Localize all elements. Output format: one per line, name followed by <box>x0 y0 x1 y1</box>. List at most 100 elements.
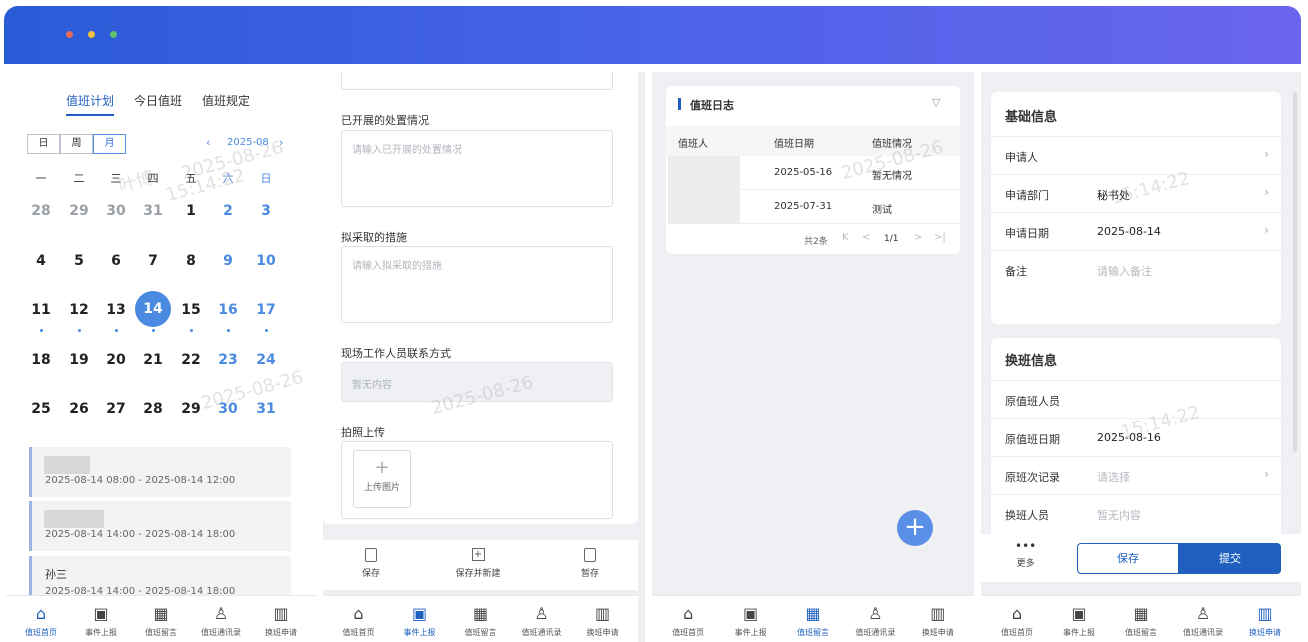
nav-item[interactable]: ▦ 值班留言 <box>1111 604 1171 638</box>
calendar-day[interactable]: 30 <box>99 203 133 219</box>
prev-page-icon[interactable]: < <box>862 232 870 243</box>
minimize-dot[interactable] <box>88 31 95 38</box>
calendar-day[interactable]: 11 <box>24 302 58 318</box>
calendar-day[interactable]: 6 <box>99 253 133 269</box>
calendar-day[interactable]: 17 <box>249 302 283 318</box>
maximize-dot[interactable] <box>110 31 117 38</box>
table-row[interactable]: 2025-07-31 测试 <box>740 190 960 224</box>
submit-button[interactable]: 提交 <box>1179 543 1281 574</box>
calendar-day[interactable]: 24 <box>249 352 283 368</box>
calendar-day[interactable]: 19 <box>62 352 96 368</box>
nav-item[interactable]: ⌂ 值班首页 <box>658 604 718 638</box>
calendar-day[interactable]: 13 <box>99 302 133 318</box>
nav-item[interactable]: ▥ 换班申请 <box>1235 604 1295 638</box>
calendar-day[interactable]: 14 <box>135 291 171 327</box>
calendar-day[interactable]: 5 <box>62 253 96 269</box>
nav-item[interactable]: ▣ 事件上报 <box>1049 604 1109 638</box>
schedule-item[interactable]: 2025-08-14 08:00 - 2025-08-14 12:00 <box>29 447 291 497</box>
nav-item[interactable]: ▦ 值班留言 <box>451 604 511 638</box>
calendar-day[interactable]: 31 <box>136 203 170 219</box>
nav-item[interactable]: ♙ 值班通讯录 <box>191 604 251 638</box>
save-new-action[interactable]: + 保存并新建 <box>447 548 509 579</box>
calendar-day[interactable]: 15 <box>174 302 208 318</box>
table-row[interactable]: 2025-05-16 暂无情况 <box>740 156 960 190</box>
last-page-icon[interactable]: >| <box>934 232 946 243</box>
nav-item[interactable]: ▥ 换班申请 <box>573 604 633 638</box>
tab-duty-plan[interactable]: 值班计划 <box>66 92 114 109</box>
view-month-button[interactable]: 月 <box>93 134 126 154</box>
form-row[interactable]: 备注 请输入备注 <box>991 250 1281 288</box>
calendar-day[interactable]: 27 <box>99 401 133 417</box>
form-row[interactable]: 申请人 › <box>991 136 1281 174</box>
form-row[interactable]: 换班人员 暂无内容 <box>991 494 1281 532</box>
next-page-icon[interactable]: > <box>914 232 922 243</box>
calendar-day[interactable]: 12 <box>62 302 96 318</box>
calendar-day[interactable]: 16 <box>211 302 245 318</box>
schedule-item[interactable]: 2025-08-14 14:00 - 2025-08-14 18:00 <box>29 501 291 551</box>
calendar-day[interactable]: 18 <box>24 352 58 368</box>
nav-item[interactable]: ▣ 事件上报 <box>71 604 131 638</box>
form-row[interactable]: 原值班日期 2025-08-16 <box>991 418 1281 456</box>
calendar-day[interactable]: 23 <box>211 352 245 368</box>
nav-item[interactable]: ⌂ 值班首页 <box>11 604 71 638</box>
close-dot[interactable] <box>66 31 73 38</box>
calendar-day[interactable]: 10 <box>249 253 283 269</box>
calendar-day[interactable]: 31 <box>249 401 283 417</box>
calendar-day[interactable]: 7 <box>136 253 170 269</box>
calendar-day[interactable]: 1 <box>174 203 208 219</box>
tab-today-duty[interactable]: 今日值班 <box>134 92 182 109</box>
calendar-day[interactable]: 21 <box>136 352 170 368</box>
view-day-button[interactable]: 日 <box>27 134 60 154</box>
prev-month-icon[interactable]: ‹ <box>206 136 210 149</box>
handling-textarea[interactable]: 请输入已开展的处置情况 <box>341 130 613 207</box>
nav-item[interactable]: ♙ 值班通讯录 <box>845 604 905 638</box>
calendar-day[interactable]: 28 <box>24 203 58 219</box>
form-row[interactable]: 原值班人员 <box>991 380 1281 418</box>
save-button[interactable]: 保存 <box>1077 543 1179 574</box>
calendar-day[interactable]: 2 <box>211 203 245 219</box>
nav-item[interactable]: ▦ 值班留言 <box>783 604 843 638</box>
nav-item[interactable]: ⌂ 值班首页 <box>987 604 1047 638</box>
nav-item[interactable]: ▦ 值班留言 <box>131 604 191 638</box>
nav-item[interactable]: ▣ 事件上报 <box>721 604 781 638</box>
more-button[interactable]: ••• 更多 <box>1015 540 1036 569</box>
scrollbar[interactable] <box>1293 92 1297 452</box>
first-page-icon[interactable]: K <box>842 232 849 243</box>
next-month-icon[interactable]: › <box>279 136 283 149</box>
nav-item[interactable]: ♙ 值班通讯录 <box>1173 604 1233 638</box>
measures-textarea[interactable]: 请输入拟采取的措施 <box>341 246 613 323</box>
calendar-day[interactable]: 25 <box>24 401 58 417</box>
calendar-day[interactable]: 29 <box>62 203 96 219</box>
form-row[interactable]: 原班次记录 请选择 › <box>991 456 1281 494</box>
add-fab-button[interactable]: + <box>897 510 933 546</box>
calendar-day[interactable]: 29 <box>174 401 208 417</box>
calendar-day[interactable]: 28 <box>136 401 170 417</box>
nav-item[interactable]: ♙ 值班通讯录 <box>512 604 572 638</box>
nav-item[interactable]: ⌂ 值班首页 <box>329 604 389 638</box>
calendar-day[interactable]: 9 <box>211 253 245 269</box>
draft-label: 暂存 <box>580 569 599 579</box>
calendar-day[interactable]: 26 <box>62 401 96 417</box>
row-key: 申请人 <box>1005 151 1038 164</box>
view-week-button[interactable]: 周 <box>60 134 93 154</box>
save-action[interactable]: 保存 <box>351 548 391 579</box>
filter-icon[interactable]: ▽ <box>932 96 940 109</box>
row-value: 暂无内容 <box>1097 509 1141 522</box>
nav-label: 事件上报 <box>85 628 117 637</box>
tab-duty-rules[interactable]: 值班规定 <box>202 92 250 109</box>
calendar-day[interactable]: 20 <box>99 352 133 368</box>
calendar-day[interactable]: 30 <box>211 401 245 417</box>
calendar-day[interactable]: 22 <box>174 352 208 368</box>
form-row[interactable]: 申请日期 2025-08-14 › <box>991 212 1281 250</box>
draft-action[interactable]: 暂存 <box>570 548 610 579</box>
form-row[interactable]: 申请部门 秘书处 › <box>991 174 1281 212</box>
nav-item[interactable]: ▣ 事件上报 <box>390 604 450 638</box>
upload-image-button[interactable]: + 上传图片 <box>353 450 411 508</box>
calendar-day[interactable]: 8 <box>174 253 208 269</box>
nav-item[interactable]: ▥ 换班申请 <box>251 604 311 638</box>
home-icon: ⌂ <box>353 604 364 623</box>
nav-item[interactable]: ▥ 换班申请 <box>908 604 968 638</box>
calendar-day[interactable]: 4 <box>24 253 58 269</box>
contact-field[interactable]: 暂无内容 <box>341 362 613 402</box>
calendar-day[interactable]: 3 <box>249 203 283 219</box>
